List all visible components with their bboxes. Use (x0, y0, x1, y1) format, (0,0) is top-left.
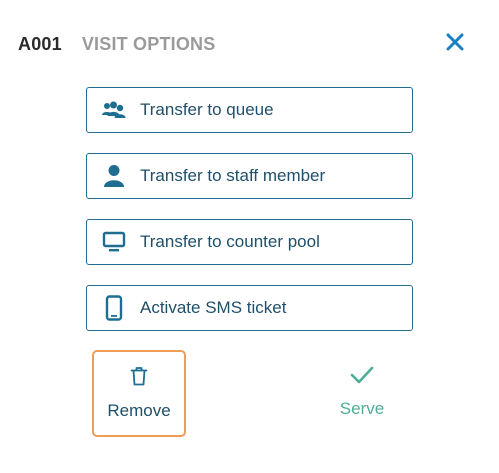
modal-header: A001 VISIT OPTIONS (18, 32, 215, 56)
activate-sms-ticket-label: Activate SMS ticket (140, 298, 287, 317)
visit-options-list: Transfer to queue Transfer to staff memb… (86, 87, 413, 351)
checkmark-icon (350, 366, 374, 389)
transfer-to-queue-button[interactable]: Transfer to queue (86, 87, 413, 133)
activate-sms-ticket-button[interactable]: Activate SMS ticket (86, 285, 413, 331)
ticket-id: A001 (18, 33, 62, 54)
close-button[interactable] (443, 30, 467, 54)
transfer-to-counter-pool-label: Transfer to counter pool (140, 232, 320, 251)
serve-button[interactable]: Serve (318, 350, 406, 437)
serve-label: Serve (339, 399, 385, 418)
trash-icon (130, 366, 148, 391)
user-icon (100, 164, 128, 188)
remove-label: Remove (107, 401, 171, 420)
modal-title: VISIT OPTIONS (81, 33, 216, 54)
remove-button[interactable]: Remove (92, 350, 186, 437)
close-icon (446, 33, 464, 51)
users-group-icon (100, 100, 128, 120)
monitor-icon (100, 231, 128, 253)
transfer-to-staff-member-label: Transfer to staff member (140, 166, 326, 185)
transfer-to-counter-pool-button[interactable]: Transfer to counter pool (86, 219, 413, 265)
mobile-phone-icon (100, 295, 128, 321)
transfer-to-staff-member-button[interactable]: Transfer to staff member (86, 153, 413, 199)
transfer-to-queue-label: Transfer to queue (140, 100, 274, 119)
